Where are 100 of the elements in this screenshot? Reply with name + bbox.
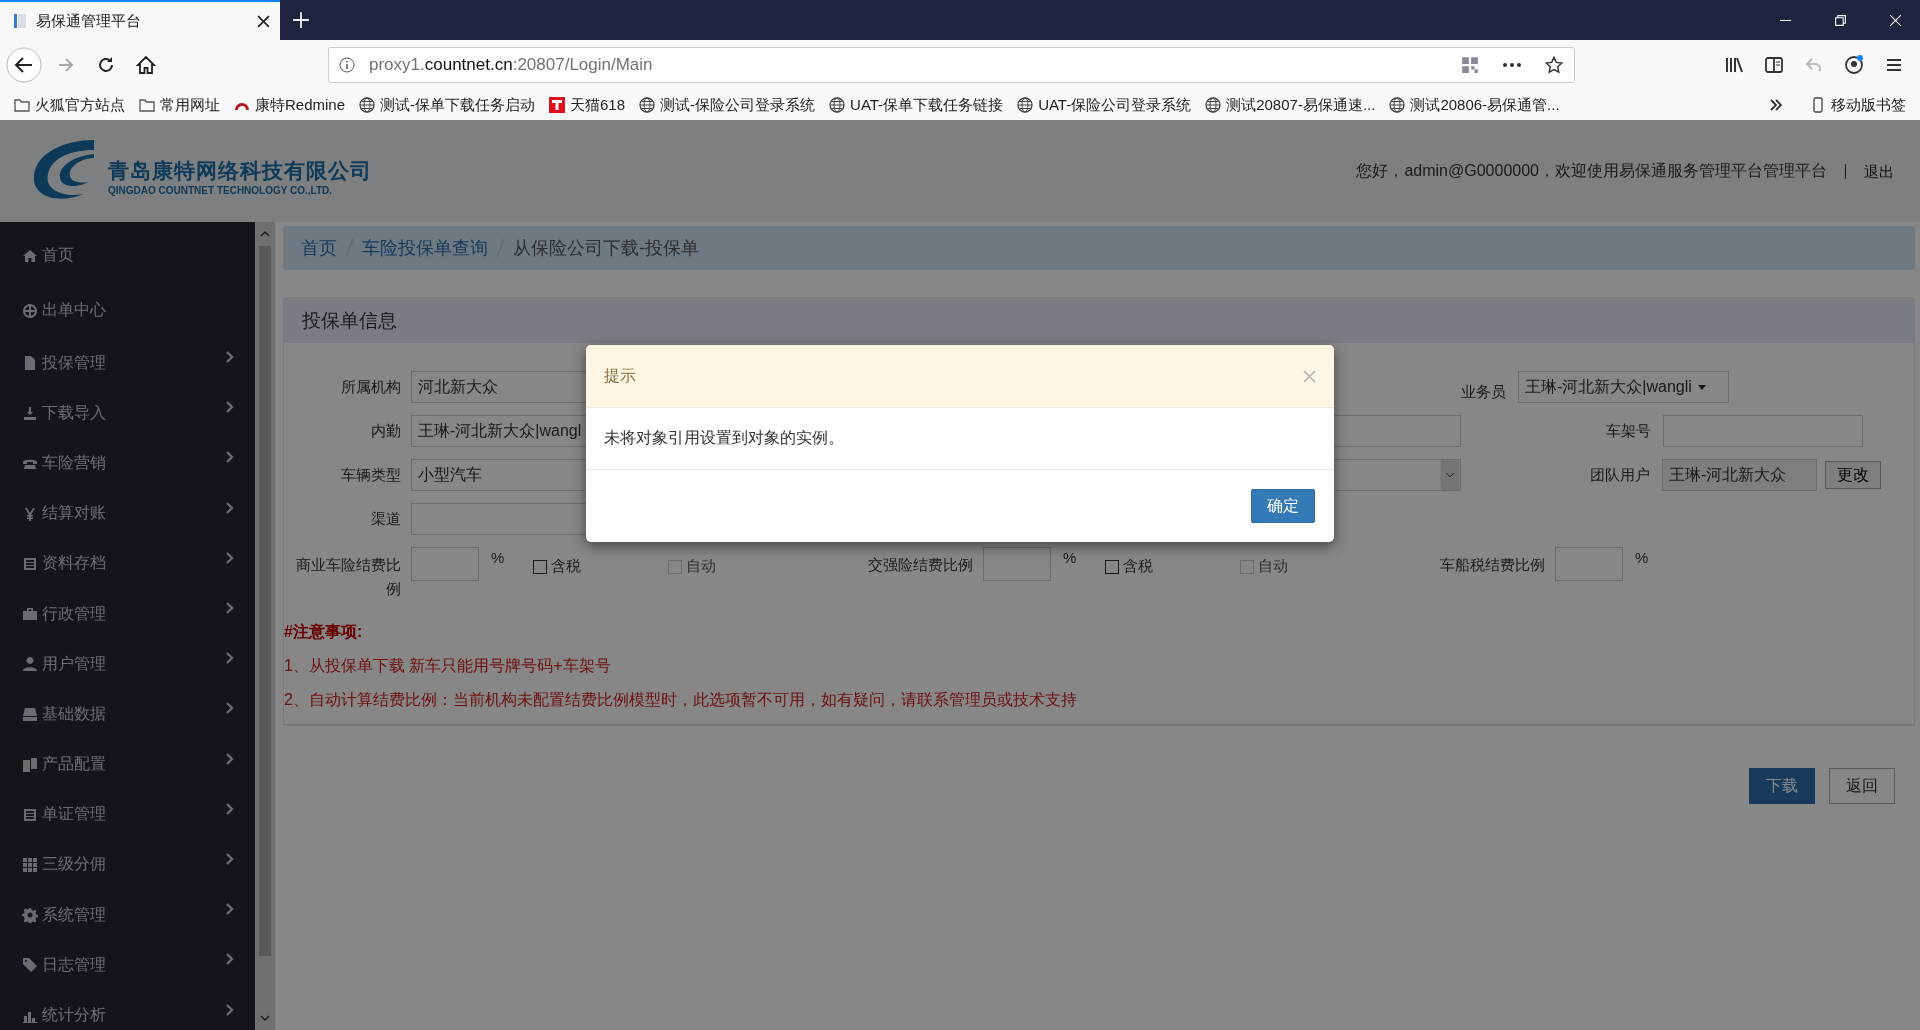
- plus-icon[interactable]: [292, 11, 310, 29]
- bookmark[interactable]: 常用网址: [139, 95, 220, 115]
- list-icon: [22, 806, 38, 823]
- sidebar-item[interactable]: 产品配置: [0, 739, 255, 790]
- double-chevron-icon[interactable]: [1768, 97, 1784, 113]
- note-text: 1、从投保单下载 新车只能用号牌号码+车架号: [284, 656, 612, 676]
- dropdown[interactable]: 王琳-河北新大众|wangli: [1518, 371, 1729, 403]
- home-icon: [22, 247, 38, 264]
- star-icon[interactable]: [1544, 56, 1564, 74]
- sidebar-item[interactable]: 基础数据: [0, 689, 255, 740]
- folder-icon: [14, 97, 30, 113]
- bookmark[interactable]: UAT-保险公司登录系统: [1017, 95, 1192, 115]
- drive-icon: [22, 706, 38, 723]
- library-icon[interactable]: [1724, 55, 1744, 75]
- sidebar-item[interactable]: 统计分析: [0, 990, 255, 1030]
- sidebar-item[interactable]: 下载导入: [0, 388, 255, 439]
- checkbox: 自动: [668, 557, 717, 576]
- field-label: 内勤: [370, 421, 401, 441]
- field-label: 业务员: [1461, 382, 1506, 402]
- bookmark[interactable]: 康特Redmine: [234, 95, 346, 115]
- field-label: 所属机构: [340, 377, 401, 397]
- field-label: 团队用户: [1589, 465, 1650, 485]
- bookmark[interactable]: 测试-保单下载任务启动: [359, 95, 536, 115]
- account-icon[interactable]: [1844, 55, 1864, 75]
- caret-icon: [1697, 384, 1706, 390]
- globe-icon: [1205, 97, 1222, 113]
- notes-title: #注意事项:: [284, 622, 364, 642]
- bookmark[interactable]: 测试-保险公司登录系统: [639, 95, 816, 115]
- phone-icon: [1810, 97, 1826, 113]
- globe-icon: [359, 97, 376, 113]
- input-field[interactable]: [1663, 415, 1863, 447]
- breadcrumb-link[interactable]: 首页: [301, 236, 337, 260]
- sidebar-item[interactable]: 投保管理: [0, 338, 255, 389]
- logout-link[interactable]: 退出: [1845, 163, 1894, 179]
- sidebar-item[interactable]: 资料存档: [0, 538, 255, 589]
- sidebar-item[interactable]: 行政管理: [0, 588, 255, 640]
- field-label: 车架号: [1605, 421, 1651, 441]
- back-button[interactable]: 返回: [1829, 768, 1895, 804]
- breadcrumb-link[interactable]: 车险投保单查询: [362, 236, 488, 260]
- sidebar-item[interactable]: 结算对账: [0, 488, 255, 539]
- download-icon: [22, 405, 38, 422]
- download-button[interactable]: 下载: [1749, 768, 1815, 804]
- sidebar-item[interactable]: 首页: [0, 228, 255, 283]
- company-name: 青岛康特网络科技有限公司: [108, 157, 372, 184]
- info-icon[interactable]: [339, 57, 355, 73]
- field-label: 交强险结费比例: [867, 555, 973, 575]
- panel-title: 投保单信息: [302, 308, 397, 333]
- back-icon[interactable]: [6, 47, 42, 83]
- yen-icon: [22, 505, 38, 522]
- browser-tab[interactable]: 易保通管理平台: [0, 0, 280, 40]
- unit-label: %: [1063, 549, 1077, 566]
- input-field[interactable]: [411, 547, 479, 581]
- grid-icon: [22, 856, 38, 873]
- briefcase-icon: [22, 606, 38, 623]
- field-label: 车辆类型: [340, 465, 401, 485]
- unit-label: %: [491, 549, 505, 566]
- globe-icon: [22, 302, 38, 319]
- globe-icon: [1017, 97, 1034, 113]
- address-bar[interactable]: proxy1.countnet.cn:20807/Login/Main: [328, 47, 1575, 83]
- checkbox: 自动: [1240, 557, 1289, 576]
- globe-icon: [829, 97, 846, 113]
- user-icon: [22, 656, 38, 673]
- checkbox[interactable]: 含税: [1105, 557, 1154, 576]
- bookmark[interactable]: 火狐官方站点: [14, 95, 125, 115]
- bookmark[interactable]: 移动版书签: [1810, 95, 1906, 115]
- reload-icon[interactable]: [96, 55, 116, 75]
- bookmark[interactable]: UAT-保单下载任务链接: [829, 95, 1004, 115]
- sidebar-icon[interactable]: [1764, 55, 1784, 75]
- ok-button[interactable]: 确定: [1251, 489, 1315, 523]
- globe-icon: [1389, 97, 1406, 113]
- company-name-english: QINGDAO COUNTNET TECHNOLOGY CO.,LTD.: [108, 184, 334, 196]
- greeting-text: 您好，admin@G0000000，欢迎使用易保通服务管理平台管理平台: [1356, 160, 1827, 181]
- input-field[interactable]: [1555, 547, 1623, 581]
- bookmark[interactable]: 测试20806-易保通管...: [1389, 95, 1560, 115]
- current-page-label: 从保险公司下载-投保单: [513, 237, 699, 260]
- sidebar-item[interactable]: 用户管理: [0, 639, 255, 690]
- input-field[interactable]: [983, 547, 1051, 581]
- close-icon[interactable]: [257, 14, 270, 28]
- checkbox[interactable]: 含税: [533, 557, 582, 576]
- document-icon: [12, 13, 28, 29]
- list-icon: [22, 555, 38, 572]
- url-text: proxy1.countnet.cn:20807/Login/Main: [369, 55, 654, 75]
- sidebar-item[interactable]: 日志管理: [0, 940, 255, 991]
- sidebar-item[interactable]: 车险营销: [0, 438, 255, 489]
- field-label: 车船税结费比例: [1439, 555, 1545, 575]
- sidebar-item[interactable]: 出单中心: [0, 283, 255, 338]
- tag-icon: [22, 957, 38, 974]
- bookmark[interactable]: 天猫618: [549, 95, 626, 115]
- sidebar-item[interactable]: 系统管理: [0, 890, 255, 941]
- home-icon[interactable]: [136, 55, 156, 75]
- bookmark[interactable]: 测试20807-易保通速...: [1205, 95, 1376, 115]
- change-button[interactable]: 更改: [1825, 461, 1881, 489]
- restore-icon[interactable]: [1834, 13, 1847, 27]
- scrollbar[interactable]: [255, 222, 275, 1030]
- sidebar-item[interactable]: 三级分佣: [0, 839, 255, 891]
- tab-title: 易保通管理平台: [36, 11, 142, 31]
- field-label: 渠道: [370, 509, 401, 529]
- sidebar-item[interactable]: 单证管理: [0, 789, 255, 840]
- globe-icon: [639, 97, 656, 113]
- qr-code-icon[interactable]: [1460, 56, 1480, 74]
